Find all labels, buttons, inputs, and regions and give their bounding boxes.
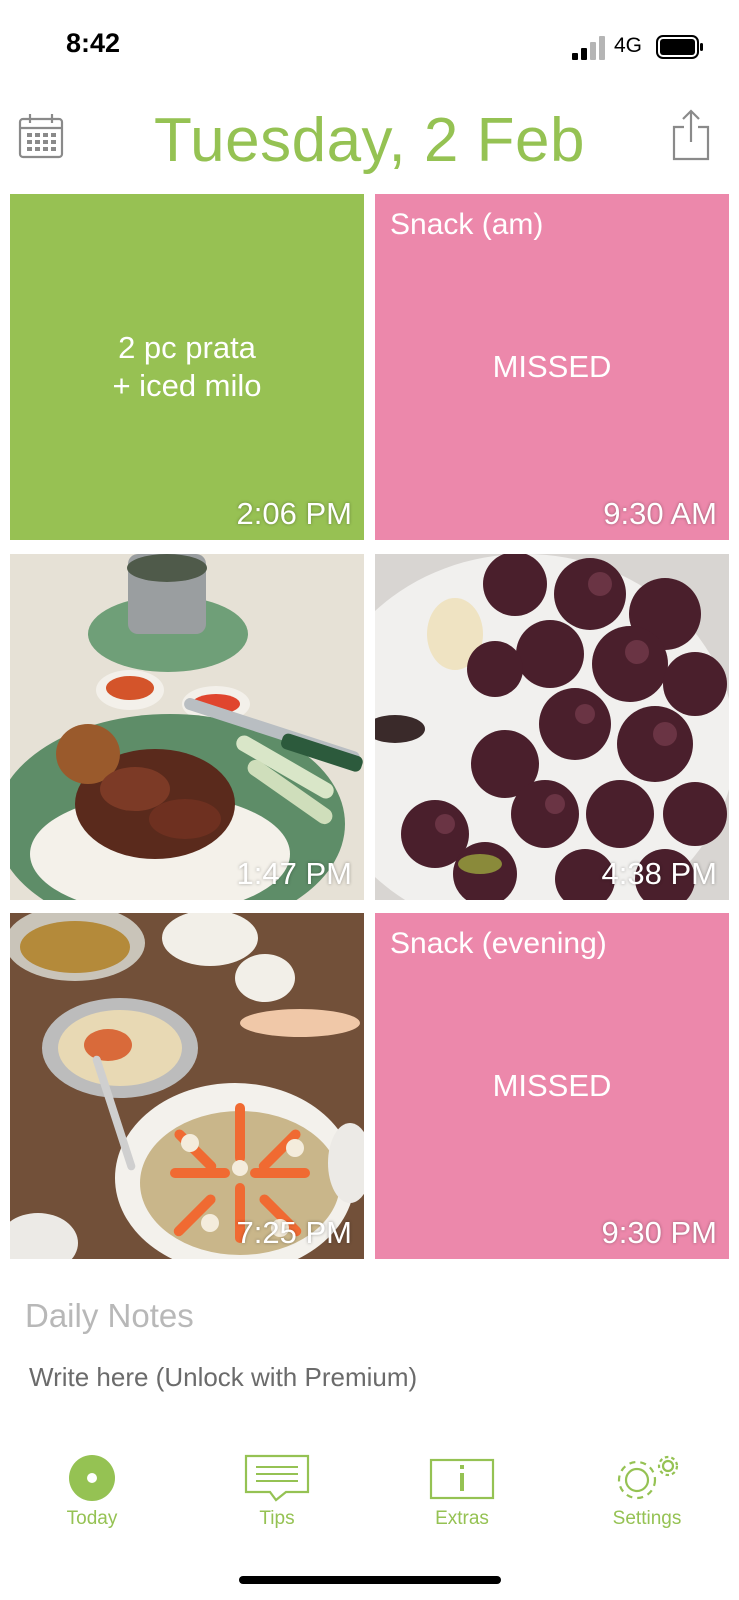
meal-time: 4:38 PM	[601, 856, 717, 891]
info-box-icon	[429, 1458, 495, 1500]
tab-tips[interactable]: Tips	[207, 1440, 347, 1560]
missed-status: MISSED	[492, 1068, 612, 1103]
tab-extras[interactable]: Extras	[392, 1440, 532, 1560]
meal-tile-snack-am[interactable]: Snack (am) MISSED 9:30 AM	[375, 194, 729, 540]
today-dot-icon	[69, 1455, 115, 1501]
missed-status: MISSED	[492, 349, 612, 384]
grapes-photo	[375, 554, 729, 900]
meal-tile-dinner[interactable]: 7:25 PM	[10, 913, 364, 1259]
meal-tile-snack-evening[interactable]: Snack (evening) MISSED 9:30 PM	[375, 913, 729, 1259]
date-title[interactable]: Tuesday, 2 Feb	[0, 105, 739, 176]
meal-note-text: 2 pc prata + iced milo	[112, 330, 262, 403]
meal-label: Snack (am)	[390, 208, 544, 241]
seafood-noodle-photo	[10, 913, 364, 1259]
gears-icon	[617, 1455, 679, 1500]
tab-label: Settings	[612, 1508, 682, 1529]
meal-label: Snack (evening)	[390, 927, 607, 960]
meal-time: 1:47 PM	[236, 856, 352, 891]
meal-time: 9:30 AM	[603, 496, 717, 531]
tab-bar: Today Tips Extras Settings	[0, 1440, 739, 1590]
meal-tile-afternoon[interactable]: 4:38 PM	[375, 554, 729, 900]
meal-time: 7:25 PM	[236, 1215, 352, 1250]
speech-bubble-icon	[244, 1454, 310, 1502]
meal-tile-breakfast[interactable]: 2 pc prata + iced milo 2:06 PM	[10, 194, 364, 540]
network-type: 4G	[614, 34, 643, 57]
tab-label: Extras	[435, 1508, 489, 1529]
meal-time: 2:06 PM	[236, 496, 352, 531]
tab-label: Tips	[259, 1508, 295, 1529]
share-icon[interactable]	[672, 109, 710, 161]
tab-settings[interactable]: Settings	[577, 1440, 717, 1560]
meal-time: 9:30 PM	[601, 1215, 717, 1250]
char-siu-rice-photo	[10, 554, 364, 900]
meal-tile-lunch[interactable]: 1:47 PM	[10, 554, 364, 900]
battery-icon	[656, 35, 703, 59]
tab-today[interactable]: Today	[22, 1440, 162, 1560]
header: Tuesday, 2 Feb	[0, 95, 739, 190]
daily-notes-title: Daily Notes	[25, 1297, 194, 1334]
tab-label: Today	[66, 1508, 118, 1529]
home-indicator[interactable]	[239, 1576, 501, 1584]
status-bar: 8:42 4G	[0, 0, 739, 95]
status-time: 8:42	[66, 28, 121, 58]
signal-strength-icon	[572, 36, 605, 60]
daily-notes-input[interactable]	[29, 1362, 709, 1393]
